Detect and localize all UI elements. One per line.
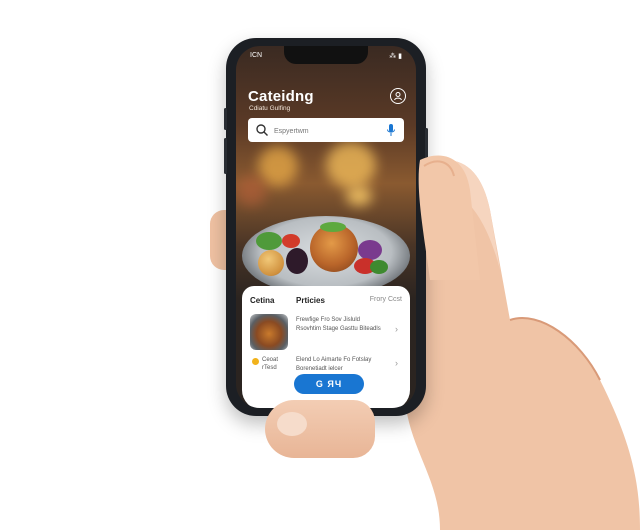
- background-light: [236, 176, 266, 206]
- search-input[interactable]: [272, 122, 386, 140]
- food-tomato: [282, 234, 300, 248]
- chevron-right-icon: ›: [395, 358, 398, 368]
- background-light: [326, 142, 376, 188]
- food-eggplant: [286, 248, 308, 274]
- search-icon[interactable]: [255, 123, 269, 137]
- recipe-panel: Cetina Prticies Frory Ccst Frewfige Fro …: [242, 286, 410, 408]
- food-greens: [370, 260, 388, 274]
- food-pepper: [358, 240, 382, 260]
- status-icons: ⁂ ▮: [389, 53, 402, 60]
- tab-cetina[interactable]: Cetina: [250, 296, 274, 305]
- status-time: ICN: [250, 52, 263, 59]
- chevron-right-icon: ›: [395, 324, 398, 334]
- background-light: [346, 186, 372, 206]
- phone-device: ICN ⁂ ▮ Cateidng Cdiatu Gulfing Espyertw…: [224, 38, 428, 416]
- tab-frory-ccst[interactable]: Frory Ccst: [370, 296, 402, 303]
- thumb-right-hand-overlay: [418, 155, 480, 280]
- action-button[interactable]: G ЯЧ: [294, 374, 364, 394]
- app-title: Cateidng: [248, 88, 314, 105]
- phone-side-button: [224, 138, 227, 174]
- status-bar: ICN ⁂ ▮: [250, 52, 402, 62]
- food-potato: [258, 250, 284, 276]
- profile-icon[interactable]: [390, 88, 406, 104]
- meta-label-line2: rTesd: [262, 365, 277, 371]
- star-icon: [252, 358, 259, 365]
- list-item[interactable]: Frewfige Fro Sov Jisluld Rsovhtim Stage …: [250, 314, 402, 352]
- thumb-nail: [277, 412, 307, 436]
- tab-prticies[interactable]: Prticies: [296, 296, 325, 305]
- background-light: [258, 146, 298, 186]
- profile-icon-glyph: [394, 92, 402, 101]
- list-item-text: Elend Lo Aimarte Fo Fotslay Borenetiadt …: [296, 357, 372, 372]
- food-greens: [256, 232, 282, 250]
- app-subtitle: Cdiatu Gulfing: [249, 105, 291, 112]
- recipe-thumbnail: [250, 314, 288, 350]
- search-bar: [248, 118, 404, 142]
- phone-side-button: [224, 108, 227, 130]
- thumb-finger: [265, 400, 375, 458]
- meta-label-line1: Ceoat: [262, 357, 279, 363]
- food-garnish: [320, 222, 346, 232]
- app-screen: ICN ⁂ ▮ Cateidng Cdiatu Gulfing Espyertw…: [236, 46, 416, 408]
- mic-icon[interactable]: [386, 123, 396, 137]
- list-item-text: Frewfige Fro Sov Jisluld Rsovhtim Stage …: [296, 317, 381, 332]
